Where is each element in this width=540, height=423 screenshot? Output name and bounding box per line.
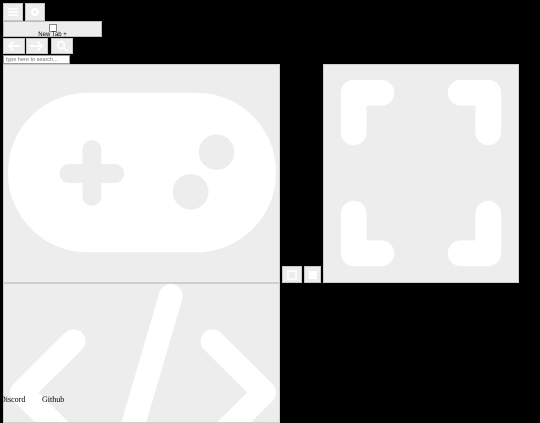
fullscreen-tile[interactable] xyxy=(323,64,519,283)
back-button[interactable] xyxy=(3,38,25,54)
small-button-2[interactable] xyxy=(304,266,321,283)
forward-button[interactable] xyxy=(26,38,48,54)
search-button[interactable] xyxy=(51,38,73,54)
small-button-1[interactable] xyxy=(282,266,302,283)
broken-image-icon xyxy=(48,24,57,32)
small-button-1-icon xyxy=(287,269,297,280)
tab-new[interactable]: New Tab + xyxy=(3,21,102,38)
settings-icon xyxy=(31,8,39,16)
menu-button[interactable] xyxy=(3,3,23,21)
back-arrow-icon xyxy=(8,41,21,51)
search-input[interactable] xyxy=(3,55,70,64)
fullscreen-icon xyxy=(340,79,502,267)
github-link[interactable]: Github xyxy=(42,395,64,404)
settings-button[interactable] xyxy=(25,3,45,21)
forward-arrow-icon xyxy=(30,41,43,51)
discord-link[interactable]: Discord xyxy=(0,395,25,404)
menu-icon xyxy=(8,8,18,16)
search-icon xyxy=(56,40,68,52)
gamepad-icon xyxy=(7,92,277,253)
small-button-2-icon xyxy=(308,270,317,279)
games-tile[interactable] xyxy=(3,64,280,283)
